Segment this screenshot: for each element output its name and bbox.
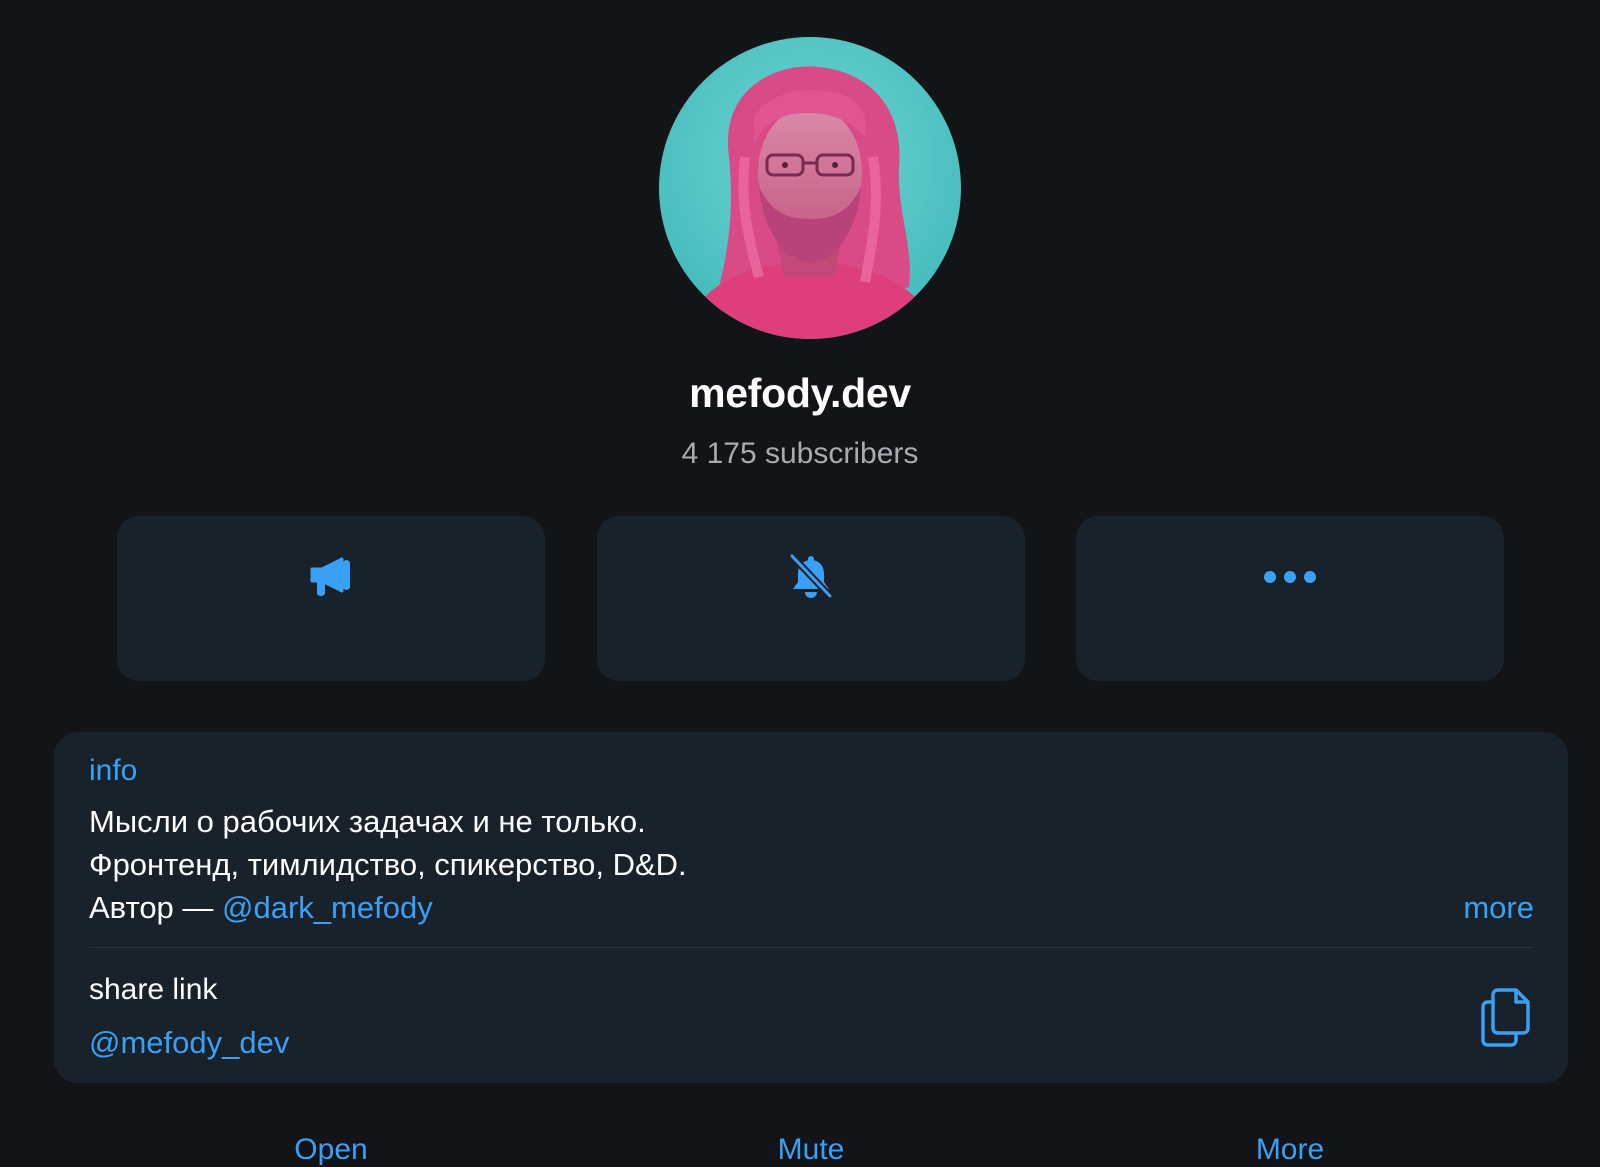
info-line-2: Фронтенд, тимлидство, спикерство, D&D. bbox=[89, 847, 687, 882]
mute-button-label: Mute bbox=[777, 1133, 845, 1166]
mute-button[interactable]: Mute bbox=[597, 516, 1025, 1166]
author-mention-link[interactable]: @dark_mefody bbox=[222, 890, 433, 925]
author-prefix: Автор — bbox=[89, 890, 223, 925]
avatar-image bbox=[659, 37, 961, 339]
share-link-label: share link bbox=[89, 973, 218, 1006]
divider bbox=[89, 947, 1534, 948]
info-heading: info bbox=[89, 754, 138, 787]
channel-name: mefody.dev bbox=[689, 370, 911, 416]
bell-slash-icon bbox=[597, 550, 1025, 604]
more-link[interactable]: more bbox=[1463, 890, 1534, 926]
info-card: info Мысли о рабочих задачах и не только… bbox=[54, 732, 1568, 1083]
avatar[interactable] bbox=[659, 37, 961, 339]
more-button-label: More bbox=[1255, 1133, 1325, 1166]
copy-icon[interactable] bbox=[1478, 986, 1534, 1048]
subscriber-count: 4 175 subscribers bbox=[681, 437, 919, 470]
megaphone-icon bbox=[117, 550, 545, 604]
info-line-1: Мысли о рабочих задачах и не только. bbox=[89, 804, 646, 839]
info-author-line: Автор — @dark_mefody bbox=[89, 890, 433, 926]
open-button[interactable]: Open bbox=[117, 516, 545, 1166]
ellipsis-icon bbox=[1076, 550, 1504, 604]
open-button-label: Open bbox=[294, 1133, 368, 1166]
more-button[interactable]: More bbox=[1076, 516, 1504, 1166]
share-link-handle[interactable]: @mefody_dev bbox=[89, 1025, 289, 1061]
